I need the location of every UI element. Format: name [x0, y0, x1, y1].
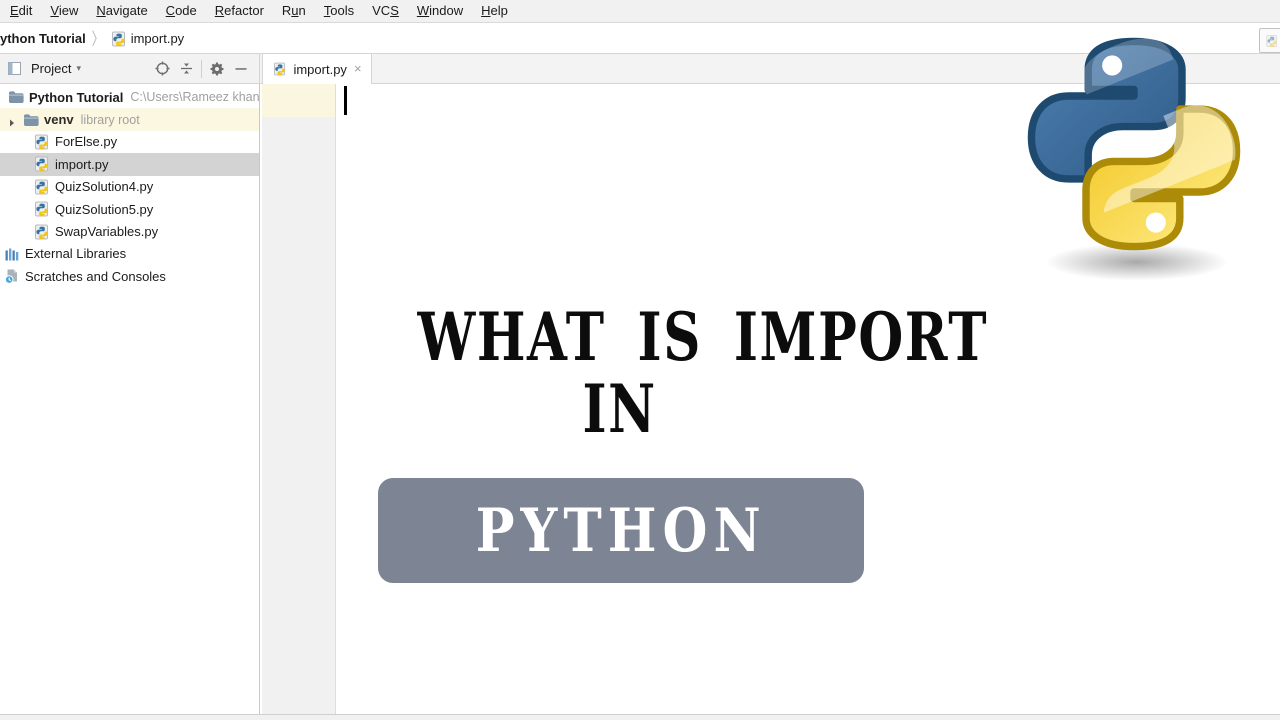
hide-panel-button[interactable] — [229, 57, 253, 81]
python-file-icon — [34, 201, 50, 217]
divider — [201, 59, 202, 78]
tool-window-icon — [2, 57, 26, 81]
tree-item-python-tutorial[interactable]: Python Tutorial C:\Users\Rameez khan — [0, 86, 259, 108]
breadcrumb-project[interactable]: ython Tutorial — [0, 31, 86, 46]
tree-item-label: ForElse.py — [55, 134, 118, 150]
tree-item-label: Scratches and Consoles — [25, 268, 166, 284]
tab-close-icon[interactable]: × — [354, 62, 362, 75]
menu-refactor[interactable]: Refactor — [206, 0, 273, 22]
pycharm-window: Edit View Navigate Code Refactor Run Tools VCS W… — [0, 0, 1280, 720]
tree-item-venv[interactable]: venv library root — [0, 108, 259, 131]
gutter-line1-band — [262, 84, 335, 117]
editor-gutter — [262, 84, 336, 714]
expand-arrow-icon[interactable] — [7, 115, 17, 127]
project-panel-header: Project ▾ — [0, 54, 260, 83]
tree-item-detail: library root — [80, 112, 140, 127]
menu-run[interactable]: Run — [273, 0, 315, 22]
tree-item-external-libraries[interactable]: External Libraries — [0, 243, 259, 265]
python-logo — [1014, 24, 1268, 264]
tree-item-import-py[interactable]: import.py — [0, 153, 259, 176]
folder-icon — [23, 112, 39, 128]
tree-item-label: import.py — [55, 156, 109, 172]
chevron-right-icon: 〉 — [91, 29, 104, 49]
python-file-icon — [34, 179, 50, 195]
menu-code[interactable]: Code — [157, 0, 206, 22]
menu-navigate[interactable]: Navigate — [87, 0, 156, 22]
project-panel: Python Tutorial C:\Users\Rameez khan venv l… — [0, 84, 260, 714]
locate-file-button[interactable] — [150, 57, 174, 81]
tree-item-label: SwapVariables.py — [55, 224, 159, 240]
tree-item-quizsolution5-py[interactable]: QuizSolution5.py — [0, 198, 259, 220]
tree-item-label: venv — [44, 112, 74, 128]
python-file-icon — [111, 31, 127, 47]
breadcrumb-file[interactable]: import.py — [131, 31, 184, 46]
corner-python-button[interactable] — [1259, 28, 1280, 53]
libraries-icon — [4, 246, 20, 262]
tree-item-quizsolution4-py[interactable]: QuizSolution4.py — [0, 176, 259, 198]
tree-item-label: QuizSolution5.py — [55, 201, 154, 217]
window-bottom-edge — [0, 714, 1280, 720]
tab-import-py[interactable]: import.py × — [262, 54, 372, 84]
tree-item-scratches-and-consoles[interactable]: Scratches and Consoles — [0, 265, 259, 287]
menu-vcs[interactable]: VCS — [363, 0, 408, 22]
menu-window[interactable]: Window — [408, 0, 472, 22]
menu-view[interactable]: View — [41, 0, 87, 22]
menu-help[interactable]: Help — [472, 0, 517, 22]
menu-edit[interactable]: Edit — [1, 0, 41, 22]
tab-label: import.py — [293, 61, 347, 77]
python-file-icon — [34, 134, 50, 150]
tree-item-swapvariables-py[interactable]: SwapVariables.py — [0, 220, 259, 242]
scratches-icon — [4, 268, 20, 285]
settings-gear-button[interactable] — [205, 57, 229, 81]
chevron-down-icon[interactable]: ▾ — [76, 63, 81, 74]
python-file-icon — [274, 62, 288, 76]
tree-item-detail: C:\Users\Rameez khan — [130, 90, 259, 105]
tree-item-label: External Libraries — [25, 246, 127, 262]
tree-item-label: QuizSolution4.py — [55, 179, 154, 195]
python-icon — [1266, 34, 1279, 47]
project-tree: Python Tutorial C:\Users\Rameez khan venv l… — [0, 84, 259, 288]
tree-item-forelse-py[interactable]: ForElse.py — [0, 131, 259, 153]
text-caret — [344, 86, 347, 115]
folder-icon — [8, 89, 24, 105]
menu-bar: Edit View Navigate Code Refactor Run Tools VCS W… — [0, 0, 1280, 23]
menu-tools[interactable]: Tools — [315, 0, 363, 22]
tree-item-label: Python Tutorial — [29, 89, 124, 105]
collapse-all-button[interactable] — [174, 57, 198, 81]
project-panel-title[interactable]: Project — [31, 61, 71, 76]
python-file-icon — [34, 224, 50, 240]
python-file-icon — [34, 156, 50, 172]
